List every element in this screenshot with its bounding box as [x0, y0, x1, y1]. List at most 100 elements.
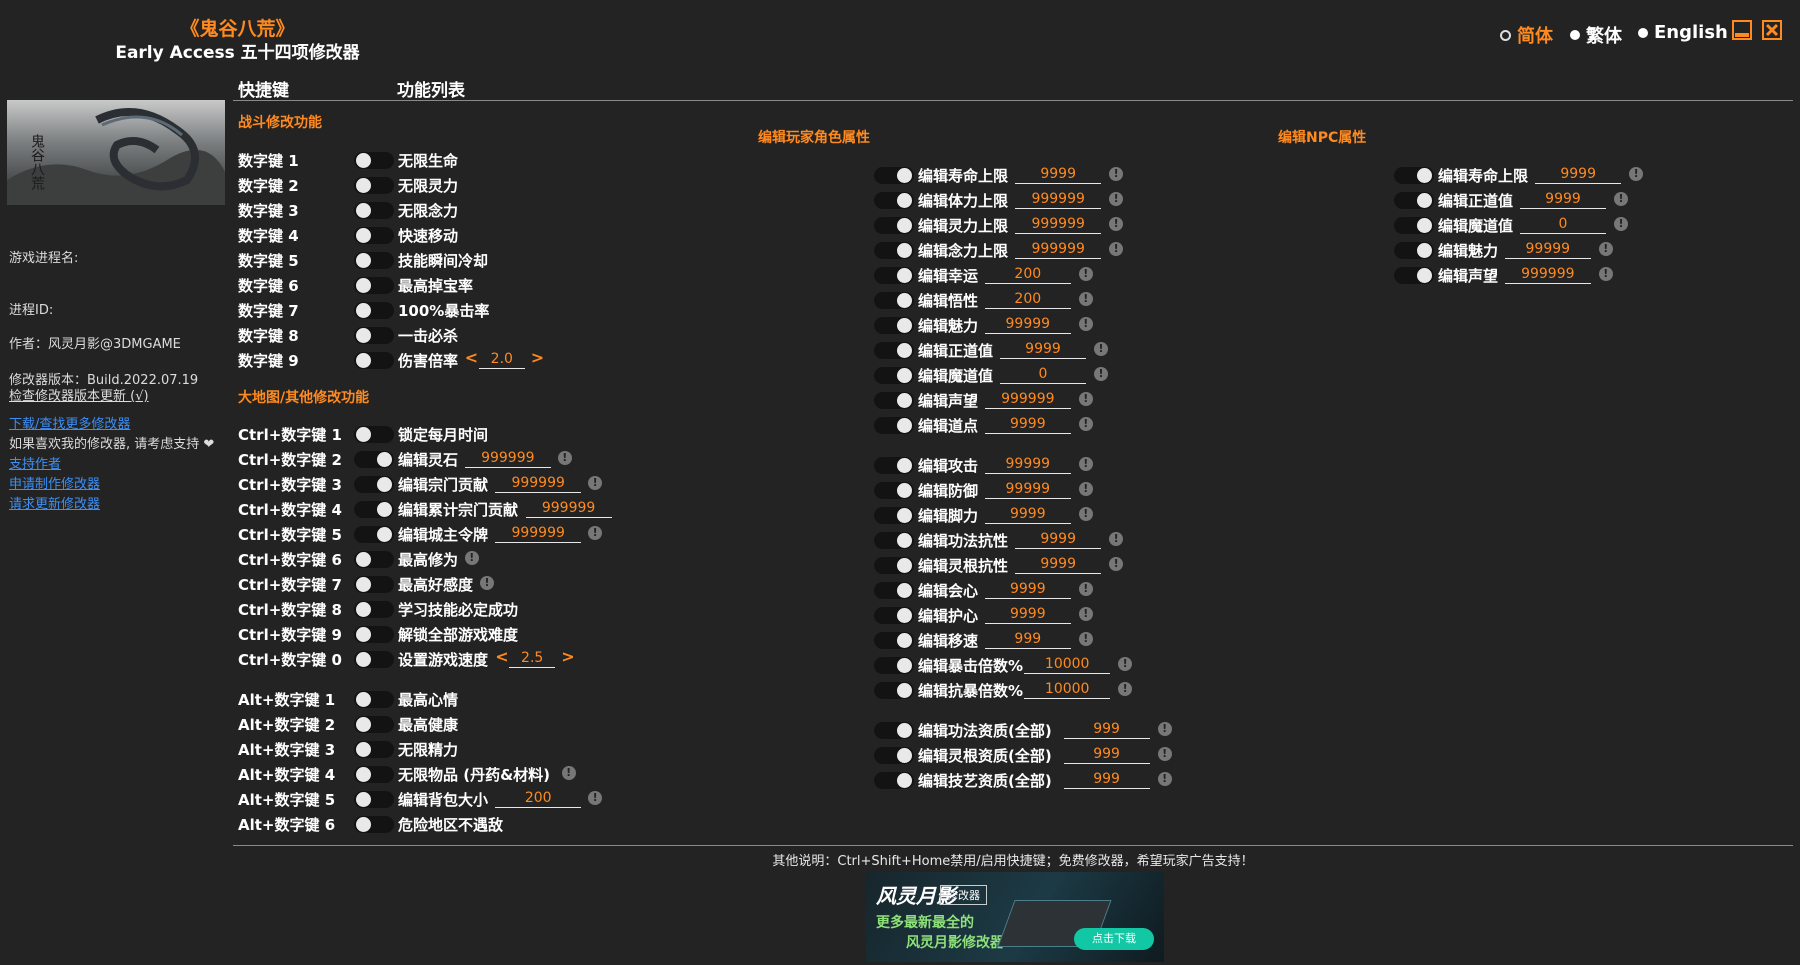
feature-toggle[interactable] [354, 152, 394, 169]
info-icon[interactable]: ! [1118, 682, 1133, 696]
request-make-link[interactable]: 申请制作修改器 [9, 473, 100, 492]
attribute-toggle[interactable] [874, 582, 914, 599]
attribute-value-input[interactable]: 999 [1063, 720, 1150, 739]
feature-toggle[interactable] [354, 277, 394, 294]
feature-toggle[interactable] [354, 601, 394, 618]
attribute-toggle[interactable] [874, 632, 914, 649]
attribute-value-input[interactable]: 9999 [984, 415, 1071, 434]
info-icon[interactable]: ! [1629, 167, 1644, 181]
attribute-value-input[interactable]: 999999 [984, 390, 1071, 409]
attribute-value-input[interactable]: 9999 [984, 580, 1071, 599]
info-icon[interactable]: ! [1598, 267, 1613, 281]
attribute-value-input[interactable]: 0 [1520, 215, 1606, 234]
info-icon[interactable]: ! [1109, 557, 1124, 571]
attribute-toggle[interactable] [1394, 167, 1434, 184]
decrease-arrow-icon[interactable]: < [465, 348, 478, 367]
attribute-value-input[interactable]: 9999 [1000, 340, 1086, 359]
attribute-toggle[interactable] [874, 557, 914, 574]
attribute-toggle[interactable] [1394, 192, 1434, 209]
feature-toggle[interactable] [354, 177, 394, 194]
attribute-value-input[interactable]: 200 [984, 290, 1071, 309]
feature-toggle[interactable] [354, 716, 394, 733]
attribute-value-input[interactable]: 9999 [1015, 530, 1102, 549]
attribute-value-input[interactable]: 999 [1063, 770, 1150, 789]
value-input[interactable]: 999999 [464, 449, 551, 468]
info-icon[interactable]: ! [588, 526, 603, 540]
download-more-link[interactable]: 下载/查找更多修改器 [9, 413, 130, 432]
info-icon[interactable]: ! [1078, 267, 1093, 281]
attribute-toggle[interactable] [874, 682, 914, 699]
info-icon[interactable]: ! [588, 791, 603, 805]
feature-toggle[interactable] [354, 651, 394, 668]
feature-toggle[interactable] [354, 526, 394, 543]
info-icon[interactable]: ! [1598, 242, 1613, 256]
check-update-link[interactable]: 检查修改器版本更新 (√) [9, 385, 149, 404]
feature-toggle[interactable] [354, 626, 394, 643]
feature-toggle[interactable] [354, 576, 394, 593]
value-field[interactable]: 2.5 [509, 649, 556, 668]
feature-toggle[interactable] [354, 766, 394, 783]
attribute-value-input[interactable]: 99999 [1504, 240, 1591, 259]
info-icon[interactable]: ! [1078, 392, 1093, 406]
info-icon[interactable]: ! [1078, 292, 1093, 306]
attribute-value-input[interactable]: 10000 [1024, 655, 1111, 674]
info-icon[interactable]: ! [1157, 772, 1172, 786]
lang-simplified[interactable]: 简体 [1500, 22, 1553, 48]
attribute-toggle[interactable] [874, 392, 914, 409]
attribute-value-input[interactable]: 99999 [984, 315, 1071, 334]
attribute-toggle[interactable] [874, 417, 914, 434]
info-icon[interactable]: ! [1118, 657, 1133, 671]
attribute-value-input[interactable]: 999999 [1015, 240, 1102, 259]
attribute-toggle[interactable] [874, 482, 914, 499]
attribute-toggle[interactable] [874, 747, 914, 764]
info-icon[interactable]: ! [1078, 482, 1093, 496]
info-icon[interactable]: ! [1109, 192, 1124, 206]
banner-download-button[interactable]: 点击下载 [1074, 928, 1154, 950]
attribute-toggle[interactable] [874, 217, 914, 234]
value-input[interactable]: 999999 [495, 474, 582, 493]
ad-banner[interactable]: 风灵月影 修改器 更多最新最全的 风灵月影修改器 点击下载 [866, 872, 1164, 962]
feature-toggle[interactable] [354, 352, 394, 369]
attribute-value-input[interactable]: 999 [984, 630, 1071, 649]
attribute-toggle[interactable] [874, 242, 914, 259]
value-field[interactable]: 2.0 [478, 350, 525, 369]
info-icon[interactable]: ! [1109, 532, 1124, 546]
support-author-link[interactable]: 支持作者 [9, 453, 61, 472]
feature-toggle[interactable] [354, 426, 394, 443]
value-input[interactable]: 999999 [525, 499, 612, 518]
attribute-toggle[interactable] [874, 722, 914, 739]
attribute-value-input[interactable]: 10000 [1024, 680, 1111, 699]
feature-toggle[interactable] [354, 816, 394, 833]
attribute-toggle[interactable] [874, 267, 914, 284]
info-icon[interactable]: ! [557, 451, 572, 465]
attribute-toggle[interactable] [1394, 267, 1434, 284]
feature-toggle[interactable] [354, 476, 394, 493]
attribute-toggle[interactable] [874, 772, 914, 789]
attribute-toggle[interactable] [874, 507, 914, 524]
attribute-value-input[interactable]: 9999 [1015, 165, 1102, 184]
info-icon[interactable]: ! [1109, 217, 1124, 231]
feature-toggle[interactable] [354, 791, 394, 808]
attribute-toggle[interactable] [874, 532, 914, 549]
info-icon[interactable]: ! [1078, 632, 1093, 646]
info-icon[interactable]: ! [1078, 417, 1093, 431]
feature-toggle[interactable] [354, 691, 394, 708]
info-icon[interactable]: ! [1109, 242, 1124, 256]
info-icon[interactable]: ! [1094, 342, 1108, 356]
info-icon[interactable]: ! [480, 576, 494, 590]
attribute-toggle[interactable] [874, 607, 914, 624]
request-update-link[interactable]: 请求更新修改器 [9, 493, 100, 512]
lang-traditional[interactable]: 繁体 [1570, 22, 1622, 48]
attribute-value-input[interactable]: 9999 [1015, 555, 1102, 574]
value-input[interactable]: 200 [495, 789, 582, 808]
increase-arrow-icon[interactable]: > [531, 348, 544, 367]
attribute-value-input[interactable]: 200 [984, 265, 1071, 284]
info-icon[interactable]: ! [1109, 167, 1124, 181]
attribute-value-input[interactable]: 0 [1000, 365, 1086, 384]
attribute-value-input[interactable]: 9999 [984, 605, 1071, 624]
info-icon[interactable]: ! [1157, 722, 1172, 736]
attribute-value-input[interactable]: 99999 [984, 455, 1071, 474]
attribute-toggle[interactable] [1394, 242, 1434, 259]
info-icon[interactable]: ! [1078, 607, 1093, 621]
info-icon[interactable]: ! [464, 551, 479, 565]
